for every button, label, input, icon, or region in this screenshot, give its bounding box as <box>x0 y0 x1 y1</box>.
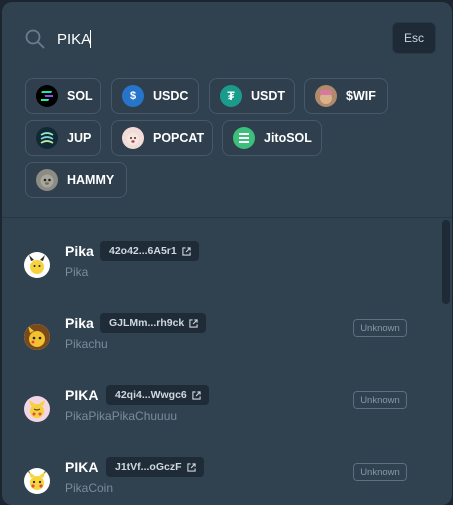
status-badge: Unknown <box>353 463 407 481</box>
usdc-token-icon: $ <box>122 85 144 107</box>
token-symbol: Pika <box>65 243 94 259</box>
chip-label: POPCAT <box>153 131 205 145</box>
text-caret <box>90 30 91 48</box>
external-link-icon <box>192 390 201 400</box>
scrollbar-thumb[interactable] <box>442 220 450 304</box>
token-address: GJLMm...rh9ck <box>109 317 185 329</box>
external-link-icon <box>182 246 191 256</box>
token-name: Pikachu <box>65 337 108 351</box>
token-address-button[interactable]: 42qi4...Wwgc6 <box>106 385 209 405</box>
chip-hammy[interactable]: HAMMY <box>25 162 127 198</box>
status-badge: Unknown <box>353 319 407 337</box>
token-address-button[interactable]: 42o42...6A5r1 <box>100 241 199 261</box>
chip-label: JUP <box>67 131 92 145</box>
token-name: PikaCoin <box>65 481 114 495</box>
token-avatar <box>24 324 50 350</box>
token-symbol: Pika <box>65 315 94 331</box>
esc-button[interactable]: Esc <box>392 22 436 54</box>
chip-label: JitoSOL <box>264 131 312 145</box>
chip-wif[interactable]: $WIF <box>304 78 388 114</box>
jup-token-icon <box>36 127 58 149</box>
sol-token-icon <box>36 85 58 107</box>
chip-label: $WIF <box>346 89 376 103</box>
chip-usdt[interactable]: ₮ USDT <box>209 78 295 114</box>
chip-label: USDT <box>251 89 286 103</box>
chip-jitosol[interactable]: JitoSOL <box>222 120 322 156</box>
search-bar: Esc <box>2 2 452 74</box>
chip-sol[interactable]: SOL <box>25 78 101 114</box>
list-item[interactable]: PIKA J1tVf...oGczF PikaCoin Unknown <box>2 456 438 505</box>
list-item[interactable]: PIKA 42qi4...Wwgc6 PikaPikaPikaChuuuu Un… <box>2 384 438 444</box>
token-address: J1tVf...oGczF <box>115 461 182 473</box>
token-name: Pika <box>65 265 89 279</box>
divider <box>2 217 452 218</box>
token-address: 42o42...6A5r1 <box>109 245 177 257</box>
hammy-token-icon <box>36 169 58 191</box>
status-badge: Unknown <box>353 391 407 409</box>
usdt-token-icon: ₮ <box>220 85 242 107</box>
external-link-icon <box>189 318 198 328</box>
token-name: PikaPikaPikaChuuuu <box>65 409 178 423</box>
token-search-dialog: Esc SOL $ USDC ₮ USDT $WIF JUP <box>2 2 452 505</box>
list-item[interactable]: Pika GJLMm...rh9ck Pikachu Unknown <box>2 312 438 372</box>
chip-label: HAMMY <box>67 173 115 187</box>
external-link-icon <box>186 462 196 472</box>
token-address-button[interactable]: GJLMm...rh9ck <box>100 313 207 333</box>
chip-label: USDC <box>153 89 189 103</box>
token-address: 42qi4...Wwgc6 <box>115 389 187 401</box>
popcat-token-icon <box>122 127 144 149</box>
token-symbol: PIKA <box>65 459 99 475</box>
token-address-button[interactable]: J1tVf...oGczF <box>106 457 204 477</box>
token-avatar <box>24 252 50 278</box>
token-avatar <box>24 468 50 494</box>
chip-usdc[interactable]: $ USDC <box>111 78 199 114</box>
wif-token-icon <box>315 85 337 107</box>
chip-jup[interactable]: JUP <box>25 120 101 156</box>
chip-label: SOL <box>67 89 93 103</box>
token-avatar <box>24 396 50 422</box>
search-input[interactable] <box>57 26 357 52</box>
jitosol-token-icon <box>233 127 255 149</box>
token-symbol: PIKA <box>65 387 99 403</box>
chip-popcat[interactable]: POPCAT <box>111 120 213 156</box>
list-item[interactable]: Pika 42o42...6A5r1 Pika <box>2 240 438 300</box>
search-icon <box>25 29 45 49</box>
